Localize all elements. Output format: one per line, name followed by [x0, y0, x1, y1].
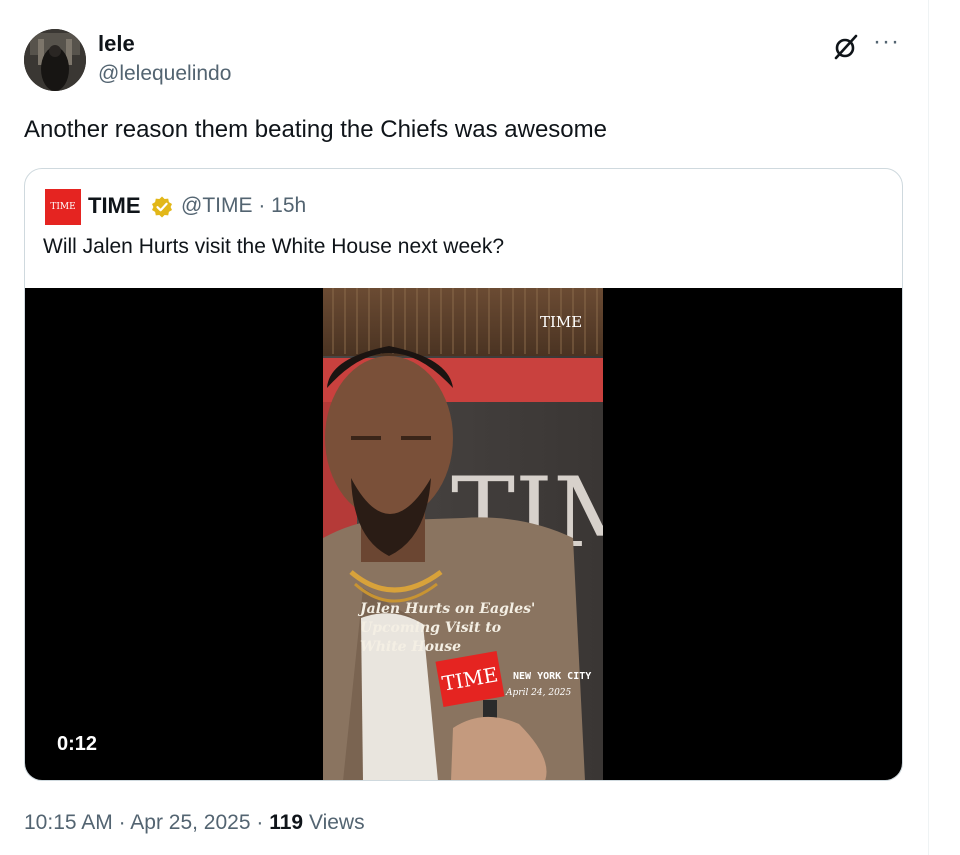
caption-line: Jalen Hurts on Eagles' [360, 601, 536, 617]
video-still: TIM [323, 288, 603, 780]
video-overlay-logo: TIME [540, 313, 583, 331]
separator-dot: · [118, 811, 126, 834]
video-date: April 24, 2025 [506, 688, 572, 698]
video-duration: 0:12 [57, 733, 98, 755]
time-avatar-text: TIME [50, 202, 76, 212]
mic-flag-text: TIME [440, 662, 500, 696]
video-location: NEW YORK CITY [513, 671, 592, 682]
quoted-tweet-text: Will Jalen Hurts visit the White House n… [43, 235, 505, 258]
tweet-timestamp: 10:15 AM · Apr 25, 2025 · 119 Views [24, 811, 365, 835]
avatar[interactable] [24, 29, 86, 91]
caption-line: Upcoming Visit to [360, 620, 502, 636]
tweet-text: Another reason them beating the Chiefs w… [24, 116, 607, 143]
video-player[interactable]: TIM TIME [25, 288, 902, 780]
verified-badge-icon [150, 195, 174, 219]
video-caption: Jalen Hurts on Eagles' Upcoming Visit to… [360, 600, 560, 657]
views-label: Views [308, 811, 365, 834]
tweet-date[interactable]: Apr 25, 2025 [130, 811, 250, 834]
display-name[interactable]: lele [98, 31, 135, 57]
avatar-image [24, 29, 86, 91]
tweet-time[interactable]: 10:15 AM [24, 811, 113, 834]
quoted-display-name[interactable]: TIME [88, 193, 141, 219]
quoted-handle-time[interactable]: @TIME · 15h [181, 194, 306, 218]
quoted-tweet-card[interactable]: TIME TIME @TIME · 15h Will Jalen Hurts v… [24, 168, 903, 781]
column-divider [928, 0, 929, 855]
grok-icon[interactable] [831, 32, 861, 62]
user-handle[interactable]: @lelequelindo [98, 62, 231, 86]
more-icon[interactable]: ··· [873, 30, 900, 54]
caption-line: White House [360, 639, 462, 655]
time-avatar[interactable]: TIME [45, 189, 81, 225]
separator-dot: · [256, 811, 264, 834]
views-count: 119 [269, 811, 304, 834]
video-frame: TIM TIME [323, 288, 603, 780]
